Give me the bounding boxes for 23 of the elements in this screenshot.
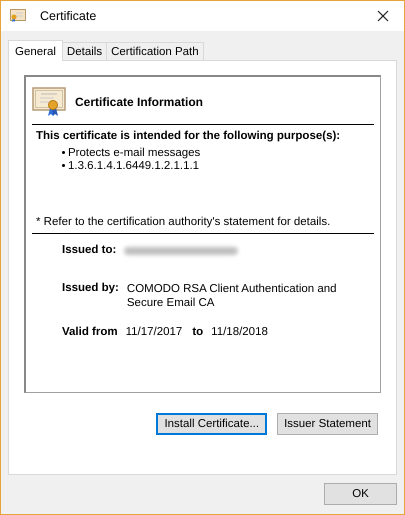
field-label: Issued to: — [62, 244, 116, 256]
certificate-icon — [10, 9, 26, 23]
bullet-icon — [62, 151, 65, 154]
dialog-button[interactable]: Issuer Statement — [277, 413, 378, 435]
tab[interactable]: Certification Path — [106, 42, 204, 60]
footnote-text: * Refer to the certification authority's statement for details. — [36, 216, 332, 228]
ok-button[interactable]: OK — [324, 483, 397, 505]
section-heading: Certificate Information — [75, 95, 204, 109]
dialog-button[interactable]: Install Certificate... — [156, 413, 268, 435]
tab[interactable]: General — [8, 40, 63, 61]
window-title: Certificate — [40, 9, 98, 23]
purpose-text: 1.3.6.1.4.1.6449.1.2.1.1.1 — [68, 160, 200, 172]
bullet-icon — [62, 164, 65, 167]
close-icon[interactable] — [377, 10, 389, 22]
field-label: Issued by: — [62, 282, 119, 294]
purpose-heading: This certificate is intended for the following purpose(s): — [36, 130, 342, 142]
certificate-icon — [32, 87, 66, 117]
field-label: Valid from — [62, 326, 118, 338]
date-text: 11/18/2018 — [211, 326, 268, 338]
purpose-text: Protects e-mail messages — [68, 146, 200, 158]
field-value: COMODO RSA Client Authentication and Secure Email CA — [126, 282, 338, 310]
date-text: 11/17/2017 — [126, 326, 182, 338]
field-label: to — [192, 326, 204, 338]
